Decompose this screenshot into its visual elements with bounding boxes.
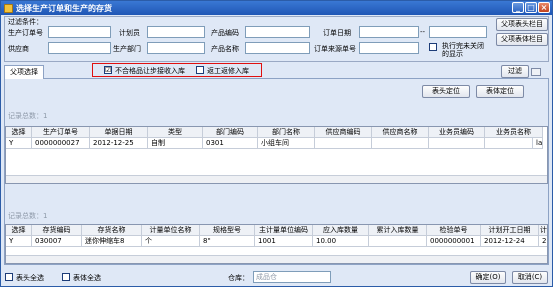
date-separator: -- bbox=[420, 28, 426, 36]
app-icon bbox=[4, 3, 13, 13]
maximize-button[interactable]: □ bbox=[525, 2, 537, 13]
scroll-icon[interactable] bbox=[531, 68, 541, 76]
ok-button[interactable]: 确定(O) bbox=[470, 271, 506, 284]
col-select[interactable]: 选择 bbox=[6, 127, 32, 138]
order-date-label: 订单日期 bbox=[323, 29, 351, 37]
col-item-name[interactable]: 存货名称 bbox=[82, 225, 142, 236]
body-grid[interactable]: 选择 存货编码 存货名称 计量单位名称 规格型号 主计量单位编码 应入库数量 累… bbox=[5, 224, 548, 264]
locate-header-button[interactable]: 表头定位 bbox=[422, 85, 470, 98]
window-title: 选择生产订单和生产的存货 bbox=[16, 3, 112, 13]
body-record-count: 记录总数：1 bbox=[8, 212, 48, 220]
order-no-label: 生产订单号 bbox=[8, 29, 43, 37]
col-dept-name[interactable]: 部门名称 bbox=[258, 127, 315, 138]
source-no-input[interactable] bbox=[359, 42, 419, 54]
product-name-input[interactable] bbox=[245, 42, 310, 54]
hide-closed-label-2: 的显示 bbox=[442, 50, 463, 58]
select-all-header-label: 表头全选 bbox=[16, 274, 44, 282]
header-columns-button[interactable]: 父项表头栏目 bbox=[496, 18, 548, 31]
col-dept-code[interactable]: 部门编码 bbox=[203, 127, 258, 138]
header-grid[interactable]: 选择 生产订单号 单据日期 类型 部门编码 部门名称 供应商编码 供应商名称 业… bbox=[5, 126, 548, 184]
warehouse-label: 仓库： bbox=[228, 274, 249, 282]
select-all-header-checkbox[interactable] bbox=[5, 273, 13, 281]
select-all-body-label: 表体全选 bbox=[73, 274, 101, 282]
dept-label: 生产部门 bbox=[113, 45, 141, 53]
unqualified-label: 不合格品让步接收入库 bbox=[115, 67, 185, 75]
planner-input[interactable] bbox=[147, 26, 205, 38]
col-item-code[interactable]: 存货编码 bbox=[32, 225, 82, 236]
col-supplier-code[interactable]: 供应商编码 bbox=[315, 127, 372, 138]
body-grid-scrollbar[interactable] bbox=[6, 255, 547, 263]
col-select[interactable]: 选择 bbox=[6, 225, 32, 236]
filter-button[interactable]: 过滤 bbox=[501, 65, 529, 78]
minimize-button[interactable]: _ bbox=[512, 2, 524, 13]
order-no-input[interactable] bbox=[48, 26, 111, 38]
product-code-label: 产品编码 bbox=[211, 29, 239, 37]
product-name-label: 产品名称 bbox=[211, 45, 239, 53]
planner-label: 计划员 bbox=[119, 29, 140, 37]
tab-parent-select[interactable]: 父项选择 bbox=[4, 65, 44, 79]
col-qty-due[interactable]: 应入库数量 bbox=[313, 225, 369, 236]
locate-body-button[interactable]: 表体定位 bbox=[476, 85, 524, 98]
col-more[interactable]: 计 bbox=[539, 225, 547, 236]
body-columns-button[interactable]: 父项表体栏目 bbox=[496, 33, 548, 46]
col-order-no[interactable]: 生产订单号 bbox=[32, 127, 90, 138]
close-button[interactable]: × bbox=[538, 2, 550, 13]
col-salesman-name[interactable]: 业务员名称 bbox=[485, 127, 543, 138]
col-doc-date[interactable]: 单据日期 bbox=[90, 127, 148, 138]
filter-group bbox=[4, 16, 549, 62]
hide-closed-checkbox[interactable] bbox=[429, 43, 437, 51]
header-record-count: 记录总数：1 bbox=[8, 112, 48, 120]
rework-label: 返工返修入库 bbox=[207, 67, 249, 75]
col-qty-accum[interactable]: 累计入库数量 bbox=[369, 225, 427, 236]
col-type[interactable]: 类型 bbox=[148, 127, 203, 138]
order-date-to-input[interactable] bbox=[429, 26, 487, 38]
unqualified-checkbox[interactable]: ☑ bbox=[104, 66, 112, 74]
cancel-button[interactable]: 取消(C) bbox=[512, 271, 548, 284]
source-no-label: 订单来源单号 bbox=[314, 45, 356, 53]
col-supplier-name[interactable]: 供应商名称 bbox=[372, 127, 429, 138]
table-row[interactable]: Y 0000000027 2012-12-25 自制 0301 小组车间 la bbox=[6, 138, 543, 149]
header-grid-head: 选择 生产订单号 单据日期 类型 部门编码 部门名称 供应商编码 供应商名称 业… bbox=[6, 127, 543, 138]
supplier-input[interactable] bbox=[48, 42, 111, 54]
select-all-body-checkbox[interactable] bbox=[62, 273, 70, 281]
title-bar[interactable]: 选择生产订单和生产的存货 _ □ × bbox=[1, 1, 552, 15]
col-salesman-code[interactable]: 业务员编码 bbox=[429, 127, 485, 138]
col-plan-start[interactable]: 计划开工日期 bbox=[481, 225, 539, 236]
rework-checkbox[interactable] bbox=[196, 66, 204, 74]
order-date-from-input[interactable] bbox=[359, 26, 419, 38]
header-grid-scrollbar[interactable] bbox=[6, 175, 547, 183]
product-code-input[interactable] bbox=[245, 26, 310, 38]
col-unit-code[interactable]: 主计量单位编码 bbox=[255, 225, 313, 236]
supplier-label: 供应商 bbox=[8, 45, 29, 53]
filter-group-label: 过滤条件： bbox=[8, 18, 43, 26]
dept-input[interactable] bbox=[147, 42, 205, 54]
dialog-window: 选择生产订单和生产的存货 _ □ × 过滤条件： 生产订单号 计划员 产品编码 … bbox=[0, 0, 553, 287]
warehouse-input[interactable]: 成品仓 bbox=[253, 271, 331, 283]
table-row[interactable]: Y 030007 迷你伸缩车8 个 8" 1001 10.00 00000000… bbox=[6, 236, 547, 247]
body-grid-head: 选择 存货编码 存货名称 计量单位名称 规格型号 主计量单位编码 应入库数量 累… bbox=[6, 225, 547, 236]
col-unit-name[interactable]: 计量单位名称 bbox=[142, 225, 200, 236]
col-inspection-no[interactable]: 检验单号 bbox=[427, 225, 481, 236]
col-spec[interactable]: 规格型号 bbox=[200, 225, 255, 236]
